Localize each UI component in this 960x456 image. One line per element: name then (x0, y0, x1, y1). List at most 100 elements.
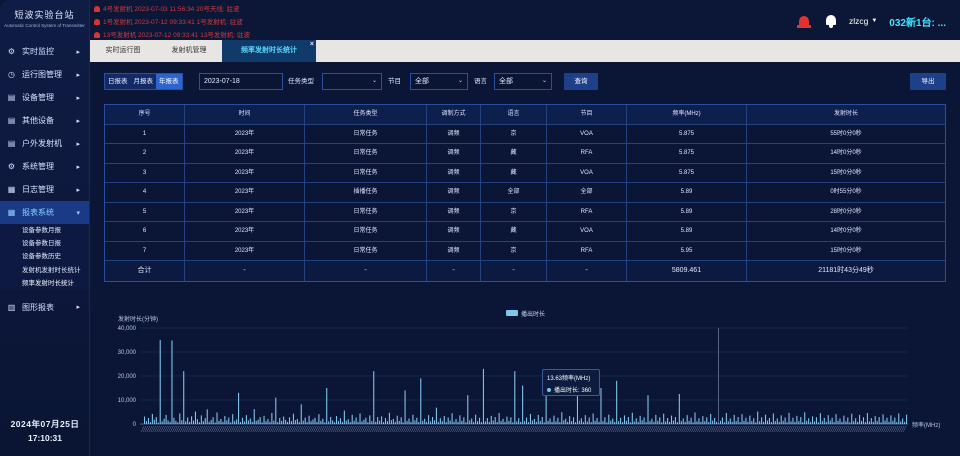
chart-bar[interactable] (406, 421, 408, 424)
chart-bar[interactable] (686, 415, 688, 424)
chart-bar[interactable] (514, 371, 516, 424)
chart-bar[interactable] (443, 416, 445, 424)
submenu-item-device-monthly[interactable]: 设备参数月报 (0, 224, 89, 237)
chart-bar[interactable] (757, 411, 759, 424)
chart-bar[interactable] (318, 414, 320, 424)
chart-bar[interactable] (678, 394, 680, 424)
chart-bar[interactable] (764, 414, 767, 424)
chart-bar[interactable] (181, 420, 183, 424)
chart-bar[interactable] (524, 421, 526, 424)
chart-bar[interactable] (445, 422, 447, 424)
tab-frequency-duration[interactable]: 频率发射时长统计 × (222, 40, 316, 62)
chart-bar[interactable] (817, 422, 819, 424)
chart-bar[interactable] (353, 420, 355, 424)
chart-bar[interactable] (144, 416, 146, 424)
chart-bar[interactable] (510, 417, 512, 424)
chart-bar[interactable] (774, 421, 776, 424)
chart-bar[interactable] (261, 422, 263, 424)
chart-bar[interactable] (437, 421, 439, 424)
chart-bar[interactable] (539, 421, 541, 424)
chart-bar[interactable] (694, 412, 696, 424)
chart-bar[interactable] (670, 415, 673, 424)
chart-bar[interactable] (845, 421, 847, 424)
chart-bar[interactable] (247, 420, 249, 424)
sidebar-item-graph-report[interactable]: ▥ 图形报表 ▸ (0, 296, 89, 319)
chart-bar[interactable] (725, 412, 727, 424)
chart-plot[interactable]: 40,000 30,000 20,000 10,000 0 (104, 300, 946, 440)
chart-bar[interactable] (304, 417, 306, 424)
chart-bar[interactable] (424, 418, 426, 424)
chart-bar[interactable] (200, 415, 202, 424)
chart-bar[interactable] (884, 420, 886, 424)
chart-bar[interactable] (198, 422, 200, 424)
chart-bar[interactable] (447, 417, 449, 424)
chart-bar[interactable] (359, 413, 361, 424)
chart-bar[interactable] (392, 418, 394, 424)
chart-bar[interactable] (753, 418, 755, 424)
chart-bar[interactable] (277, 422, 279, 424)
chart-bar[interactable] (635, 418, 637, 424)
chart-bar[interactable] (308, 415, 310, 424)
chart-bar[interactable] (214, 422, 216, 424)
chart-bar[interactable] (357, 421, 359, 424)
close-icon[interactable]: × (310, 34, 314, 56)
chart-bar[interactable] (831, 417, 833, 424)
chart-bar[interactable] (290, 421, 292, 424)
daily-report-button[interactable]: 日报表 (105, 74, 131, 89)
chart-bar[interactable] (623, 415, 626, 424)
chart-bar[interactable] (629, 422, 631, 424)
task-type-select[interactable]: ⌄ (322, 73, 382, 90)
chart-bar[interactable] (778, 421, 780, 424)
chart-bar[interactable] (163, 418, 165, 424)
chart-bar[interactable] (377, 417, 379, 424)
submenu-item-device-daily[interactable]: 设备参数日报 (0, 237, 89, 250)
chart-bar[interactable] (802, 422, 804, 424)
chart-bar[interactable] (839, 418, 841, 424)
chart-bar[interactable] (880, 422, 882, 424)
chart-bar[interactable] (351, 414, 353, 424)
chart-bar[interactable] (192, 420, 195, 424)
table-row[interactable]: 2 2023年 日常任务 调频藏 RFA 5.875 14时0分0秒 (105, 144, 945, 164)
chart-bar[interactable] (535, 421, 537, 424)
chart-bar[interactable] (157, 422, 159, 424)
chart-bar[interactable] (874, 416, 876, 424)
chart-bar[interactable] (616, 380, 618, 424)
chart-bar[interactable] (888, 421, 890, 424)
chart-bar[interactable] (410, 421, 412, 424)
chart-bar[interactable] (573, 417, 575, 424)
chart-bar[interactable] (251, 421, 253, 424)
chart-bar[interactable] (212, 417, 214, 424)
chart-bar[interactable] (238, 392, 240, 424)
chart-bar[interactable] (780, 415, 782, 424)
chart-bar[interactable] (790, 421, 792, 424)
chart-bar[interactable] (269, 421, 271, 424)
chart-bar[interactable] (620, 417, 622, 424)
chart-bar[interactable] (543, 422, 545, 424)
chart-bar[interactable] (367, 422, 369, 424)
chart-bar[interactable] (324, 422, 326, 424)
chart-bar[interactable] (267, 418, 269, 424)
yearly-report-button[interactable]: 年报表 (156, 74, 182, 89)
chart-bar[interactable] (571, 421, 573, 424)
chart-bar[interactable] (516, 421, 518, 424)
chart-bar[interactable] (529, 413, 531, 424)
chart-bar[interactable] (187, 417, 189, 424)
chart-bar[interactable] (904, 421, 906, 424)
chart-bar[interactable] (453, 421, 455, 424)
chart-bar[interactable] (173, 417, 175, 424)
chart-bar[interactable] (819, 413, 821, 424)
chart-bar[interactable] (265, 421, 267, 424)
chart-bar[interactable] (373, 371, 375, 424)
chart-bar[interactable] (847, 417, 849, 424)
chart-bar[interactable] (731, 421, 733, 424)
chart-bar[interactable] (815, 417, 818, 424)
chart-bar[interactable] (328, 421, 330, 424)
chart-bar[interactable] (596, 418, 598, 424)
chart-bar[interactable] (772, 413, 774, 424)
chart-bar[interactable] (281, 420, 283, 424)
chart-bar[interactable] (547, 420, 549, 424)
chart-bar[interactable] (612, 418, 614, 424)
chart-bar[interactable] (763, 421, 765, 424)
chart-bar[interactable] (649, 421, 651, 424)
chart-bar[interactable] (786, 422, 788, 424)
